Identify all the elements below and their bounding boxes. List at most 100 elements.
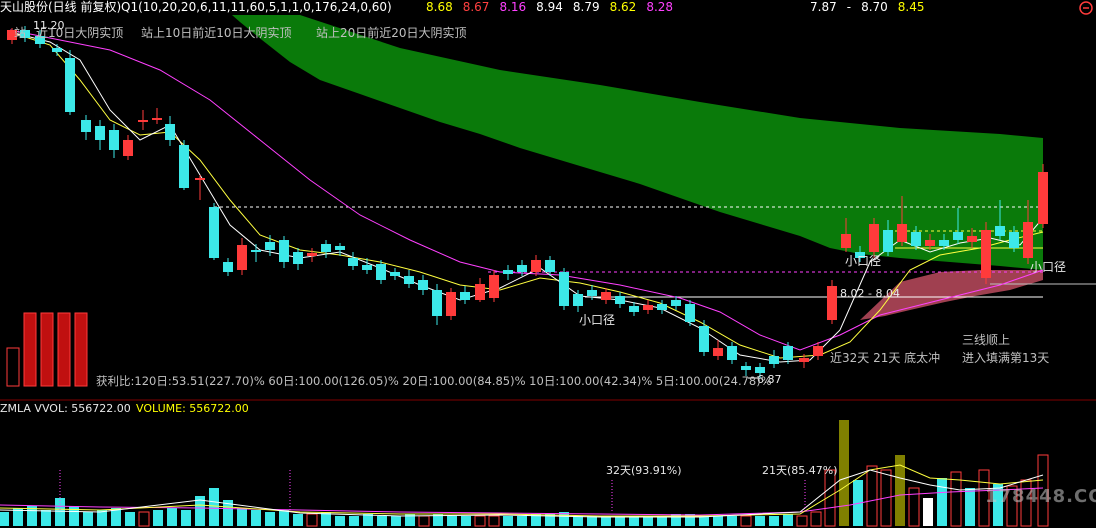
candle-body: [869, 224, 879, 252]
volume-bar: [573, 516, 583, 526]
chart-canvas[interactable]: [0, 0, 1096, 528]
volume-bar: [279, 510, 289, 526]
candle: [209, 203, 219, 260]
candle-body: [165, 124, 175, 140]
volume-mark-label-2: 21天(85.47%): [762, 464, 838, 477]
indicator-values-right: 7.87-8.70 8.45: [810, 0, 935, 14]
volume-bar: [251, 510, 261, 526]
volume-bar: [0, 512, 9, 526]
volume-bar: [629, 516, 639, 526]
watermark: 178448.COM: [985, 486, 1096, 507]
candle-body: [615, 296, 625, 304]
candle-body: [783, 346, 793, 360]
candle-body: [953, 232, 963, 240]
volume-series: [0, 420, 1049, 527]
volume-bar: [488, 515, 500, 527]
candle-body: [601, 292, 611, 300]
header-value: 8.16: [499, 0, 527, 14]
candle-body: [279, 240, 289, 262]
candle-body: [251, 250, 261, 252]
candle-body: [223, 262, 233, 272]
small-caliber-label-2: 小口径: [1030, 260, 1067, 274]
candle: [475, 278, 485, 302]
header-value: 7.87: [810, 0, 837, 14]
header-value: 8.67: [462, 0, 490, 14]
candle: [531, 255, 541, 276]
candle-body: [321, 244, 331, 252]
candle: [981, 222, 991, 284]
candle-body: [741, 366, 751, 370]
candle: [489, 270, 499, 302]
candle-body: [418, 280, 428, 290]
volume-bar: [587, 516, 597, 526]
candle-body: [404, 276, 414, 284]
candle: [390, 268, 400, 280]
header-value: -: [846, 0, 852, 14]
candle: [279, 236, 289, 268]
candle-body: [995, 226, 1005, 236]
candle-body: [81, 120, 91, 132]
candle-body: [727, 346, 737, 360]
volume-bar: [377, 516, 387, 526]
volume-bar: [181, 510, 191, 526]
candle: [685, 300, 695, 326]
header-value: 8.28: [646, 0, 674, 14]
volume-bar: [503, 516, 513, 526]
volume-bar: [167, 508, 177, 526]
volume-bar: [643, 516, 653, 526]
candle: [152, 108, 162, 124]
volume-bar: [447, 516, 457, 526]
candle-body: [195, 178, 205, 180]
candle-body: [671, 300, 681, 306]
candle: [251, 244, 261, 262]
candle-body: [489, 275, 499, 298]
candle: [195, 175, 205, 200]
three-line-label-1: 三线顺上: [962, 333, 1011, 347]
volume-bar: [363, 514, 373, 526]
candle-body: [475, 284, 485, 300]
candle: [601, 288, 611, 304]
annotation-stand-10: 站上10日前近10日大阴实顶: [141, 26, 292, 40]
candle-body: [362, 265, 372, 270]
header-value: 8.94: [536, 0, 563, 14]
header-value: 8.79: [572, 0, 600, 14]
volume-bar: [810, 511, 822, 527]
candle-body: [335, 246, 345, 250]
vol-ma-white: [0, 469, 1044, 518]
annotation-stand-a: 站: [14, 26, 27, 40]
candle: [783, 342, 793, 364]
volume-bar: [657, 516, 667, 526]
candle: [460, 286, 470, 304]
volume-bar: [265, 512, 275, 526]
candle: [573, 290, 583, 312]
volume-bar: [335, 516, 345, 526]
candle-body: [883, 230, 893, 252]
candle: [81, 115, 91, 140]
candle: [503, 265, 513, 280]
candle-body: [967, 236, 977, 242]
volume-bar: [713, 516, 723, 526]
candle: [615, 292, 625, 308]
candle: [223, 258, 233, 276]
range-label: 8.02 - 8.04: [840, 287, 900, 300]
volume-bar: [474, 515, 486, 527]
candle-body: [1009, 232, 1019, 248]
candle: [699, 320, 709, 356]
candle: [109, 124, 119, 158]
volume-bar: [391, 516, 401, 526]
candle-body: [813, 346, 823, 356]
volume-mark-label-1: 32天(93.91%): [606, 464, 682, 477]
candle-body: [293, 252, 303, 264]
candle-body: [643, 305, 653, 310]
candle-body: [629, 306, 639, 312]
candle: [643, 300, 653, 314]
candle-body: [265, 242, 275, 250]
volume-bar: [349, 516, 359, 526]
volume-value: VOLUME: 556722.00: [136, 402, 249, 415]
volume-bar: [41, 510, 51, 526]
candle-body: [587, 290, 597, 296]
annotation-stand-20: 站上20日前近20日大阴实顶: [316, 26, 467, 40]
profit-ratio-text: 获利比:120日:53.51(227.70)% 60日:100.00(126.0…: [96, 374, 772, 388]
chart-title: 天山股份(日线 前复权): [0, 0, 122, 14]
candle-body: [460, 292, 470, 300]
